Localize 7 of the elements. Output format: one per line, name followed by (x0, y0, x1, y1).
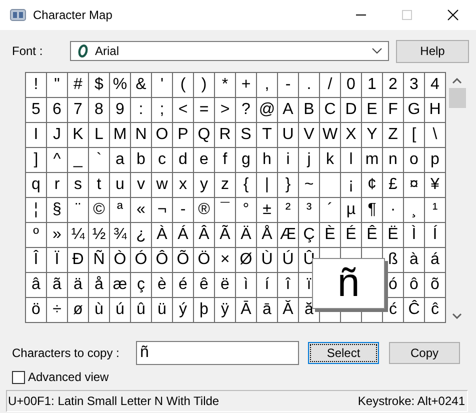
keystroke-text: Keystroke: Alt+0241 (358, 394, 465, 408)
character-description: U+00F1: Latin Small Letter N With Tilde (8, 394, 220, 408)
character-preview-tooltip: ñ (312, 258, 385, 309)
font-label: Font : (11, 44, 44, 58)
advanced-view-label: Advanced view (28, 370, 109, 384)
window-title: Character Map (33, 8, 114, 22)
characters-to-copy-label: Characters to copy : (11, 346, 120, 360)
